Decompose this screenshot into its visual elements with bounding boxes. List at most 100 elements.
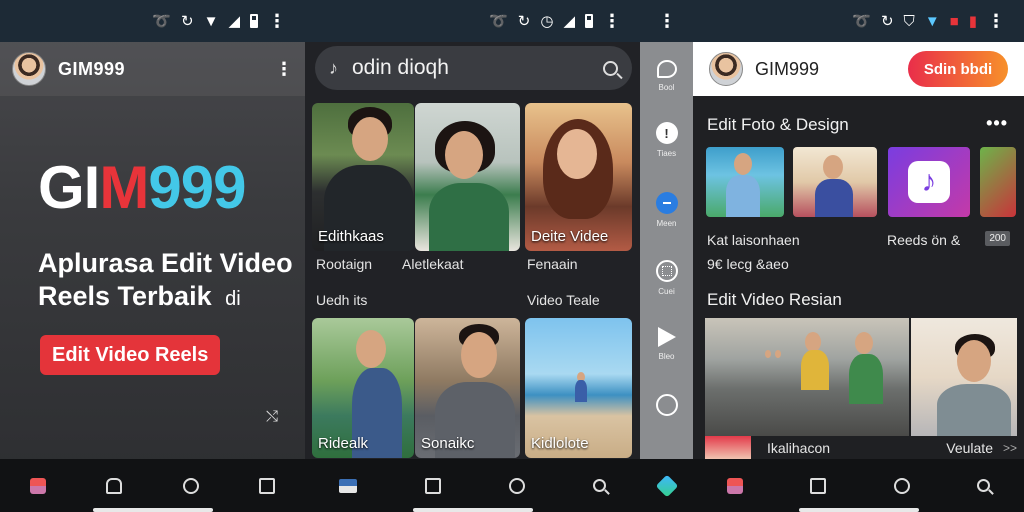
side-rail-screen: ⋮ Bool ! Tiaes Meen Cuei Bleo [640, 0, 693, 512]
thumb-sub-label: 9€ lecg &aeo [707, 256, 789, 272]
video-tile[interactable]: Kidlolote [525, 318, 632, 458]
status-bar: ➰ ↻ ⛉ ▼ ■ ▮ ⋮ [693, 0, 1024, 42]
overflow-menu-icon[interactable]: ⋮ [658, 11, 676, 32]
avatar[interactable] [709, 52, 743, 86]
brand-mark-icon: ♪ [329, 57, 338, 78]
video-tile[interactable]: Sonaikc [415, 318, 520, 458]
app-header: GIM999 Sdin bbdi [693, 42, 1024, 96]
header-action-button[interactable]: Sdin bbdi [908, 51, 1008, 87]
logo-part-3: 999 [148, 154, 246, 221]
recent-strip[interactable]: Ikalihacon Veulate >> [705, 436, 1017, 459]
rail-label: Cuei [658, 287, 675, 296]
battery-icon [585, 14, 593, 28]
sync-icon: ↻ [517, 12, 531, 30]
chat-icon [656, 60, 677, 78]
signal-icon: ◢ [563, 12, 575, 30]
section-title: Edit Video Resian [707, 290, 842, 309]
grid-icon [655, 260, 678, 282]
strip-label: Ikalihacon [767, 439, 831, 456]
rail-item-toggle[interactable]: Meen [640, 192, 693, 228]
avatar[interactable] [12, 52, 46, 86]
home-screen-hero: ➰ ↻ ▼ ◢ ⋮ GIM999 ⋮ GIM999 Aplurasa Edit … [0, 0, 305, 512]
home-icon[interactable] [726, 477, 743, 494]
bottom-nav [305, 459, 640, 512]
flag-icon[interactable] [339, 478, 357, 493]
tile-caption: Sonaikc [421, 435, 475, 452]
editor-home-screen: ➰ ↻ ⛉ ▼ ■ ▮ ⋮ GIM999 Sdin bbdi Edit Foto… [693, 0, 1024, 512]
search-input[interactable]: odin dioqh [352, 56, 603, 80]
overflow-menu-icon[interactable]: ⋮ [603, 11, 621, 32]
square-nav-icon[interactable] [425, 477, 441, 494]
tile-sub-label: Fenaain [527, 256, 578, 272]
row-label: Video Teale [527, 292, 600, 308]
bell-icon[interactable] [106, 477, 123, 494]
alert-icon: ! [655, 122, 678, 144]
rail-label: Meen [656, 219, 677, 228]
rail-item-play[interactable]: Bleo [640, 327, 693, 361]
sync-icon: ↻ [181, 12, 194, 30]
circle-nav-icon[interactable] [509, 477, 525, 494]
logo-part-2: M [99, 154, 149, 221]
more-options-icon[interactable]: ⋮ [275, 59, 293, 80]
shuffle-icon[interactable]: ⤭ [266, 408, 278, 425]
nfc-icon: ➰ [852, 12, 871, 30]
template-thumb[interactable] [706, 147, 784, 217]
template-thumb[interactable] [980, 147, 1016, 217]
home-indicator [412, 508, 533, 512]
video-tile[interactable]: Edithkaas [312, 103, 414, 251]
bottom-nav [693, 459, 1024, 512]
rail-item-grid[interactable]: Cuei [640, 260, 693, 296]
rail-item-alert[interactable]: ! Tiaes [640, 122, 693, 158]
sync-icon: ↻ [880, 12, 894, 30]
app-title: GIM999 [755, 58, 820, 79]
hero-headline: Aplurasa Edit Video Reels Terbaik di [38, 247, 298, 316]
alarm-icon: ◷ [540, 12, 554, 30]
rail-item-chat[interactable]: Bool [640, 60, 693, 92]
circle-icon [655, 394, 678, 416]
tile-caption: Ridealk [318, 435, 369, 452]
tile-caption: Deite Videe [531, 228, 609, 245]
circle-nav-icon[interactable] [893, 477, 910, 494]
circle-nav-icon[interactable] [182, 477, 199, 494]
overflow-menu-icon[interactable]: ⋮ [987, 11, 1005, 32]
section-title: Edit Foto & Design [707, 115, 849, 134]
bottom-nav [0, 459, 305, 512]
battery-icon: ▮ [968, 12, 977, 30]
gem-icon[interactable] [655, 474, 678, 497]
search-nav-icon[interactable] [977, 479, 991, 492]
video-card[interactable] [705, 318, 909, 436]
overflow-menu-icon[interactable]: ⋮ [268, 11, 286, 32]
rail-item-circle[interactable] [640, 394, 693, 416]
nfc-icon: ➰ [152, 12, 172, 30]
recent-thumb[interactable] [705, 436, 751, 459]
video-tile[interactable] [415, 103, 520, 251]
rail-label: Bool [658, 83, 675, 92]
search-bar[interactable]: ♪ odin dioqh [315, 46, 632, 90]
video-tile[interactable]: Ridealk [312, 318, 414, 458]
search-icon[interactable] [603, 60, 618, 76]
battery-icon [250, 14, 258, 28]
template-thumb[interactable]: ♪ [888, 147, 970, 217]
home-icon[interactable] [30, 477, 47, 494]
rail-label: Bleo [658, 352, 675, 361]
home-indicator [92, 508, 213, 512]
edit-video-reels-button[interactable]: Edit Video Reels [40, 335, 221, 375]
app-title: GIM999 [58, 58, 126, 79]
search-screen: ➰ ↻ ◷ ◢ ⋮ ♪ odin dioqh Edithkaas Deite V… [305, 0, 640, 512]
hero-headline-suffix: di [225, 288, 241, 310]
video-tile[interactable]: Deite Videe [525, 103, 632, 251]
template-thumb[interactable] [793, 147, 877, 217]
recent-apps-icon[interactable] [258, 477, 275, 494]
square-nav-icon[interactable] [810, 477, 827, 494]
home-indicator [798, 508, 919, 512]
strip-label: Veulate [946, 439, 993, 456]
music-note-icon: ♪ [908, 161, 950, 203]
status-bar: ⋮ [640, 0, 693, 42]
video-card[interactable] [911, 318, 1017, 436]
play-icon [657, 327, 676, 347]
more-horizontal-icon[interactable]: ••• [986, 113, 1008, 134]
search-nav-icon[interactable] [593, 479, 606, 492]
tile-caption: Edithkaas [318, 228, 384, 245]
app-header: GIM999 ⋮ [0, 42, 305, 96]
double-chevron-icon[interactable]: >> [1003, 441, 1017, 455]
